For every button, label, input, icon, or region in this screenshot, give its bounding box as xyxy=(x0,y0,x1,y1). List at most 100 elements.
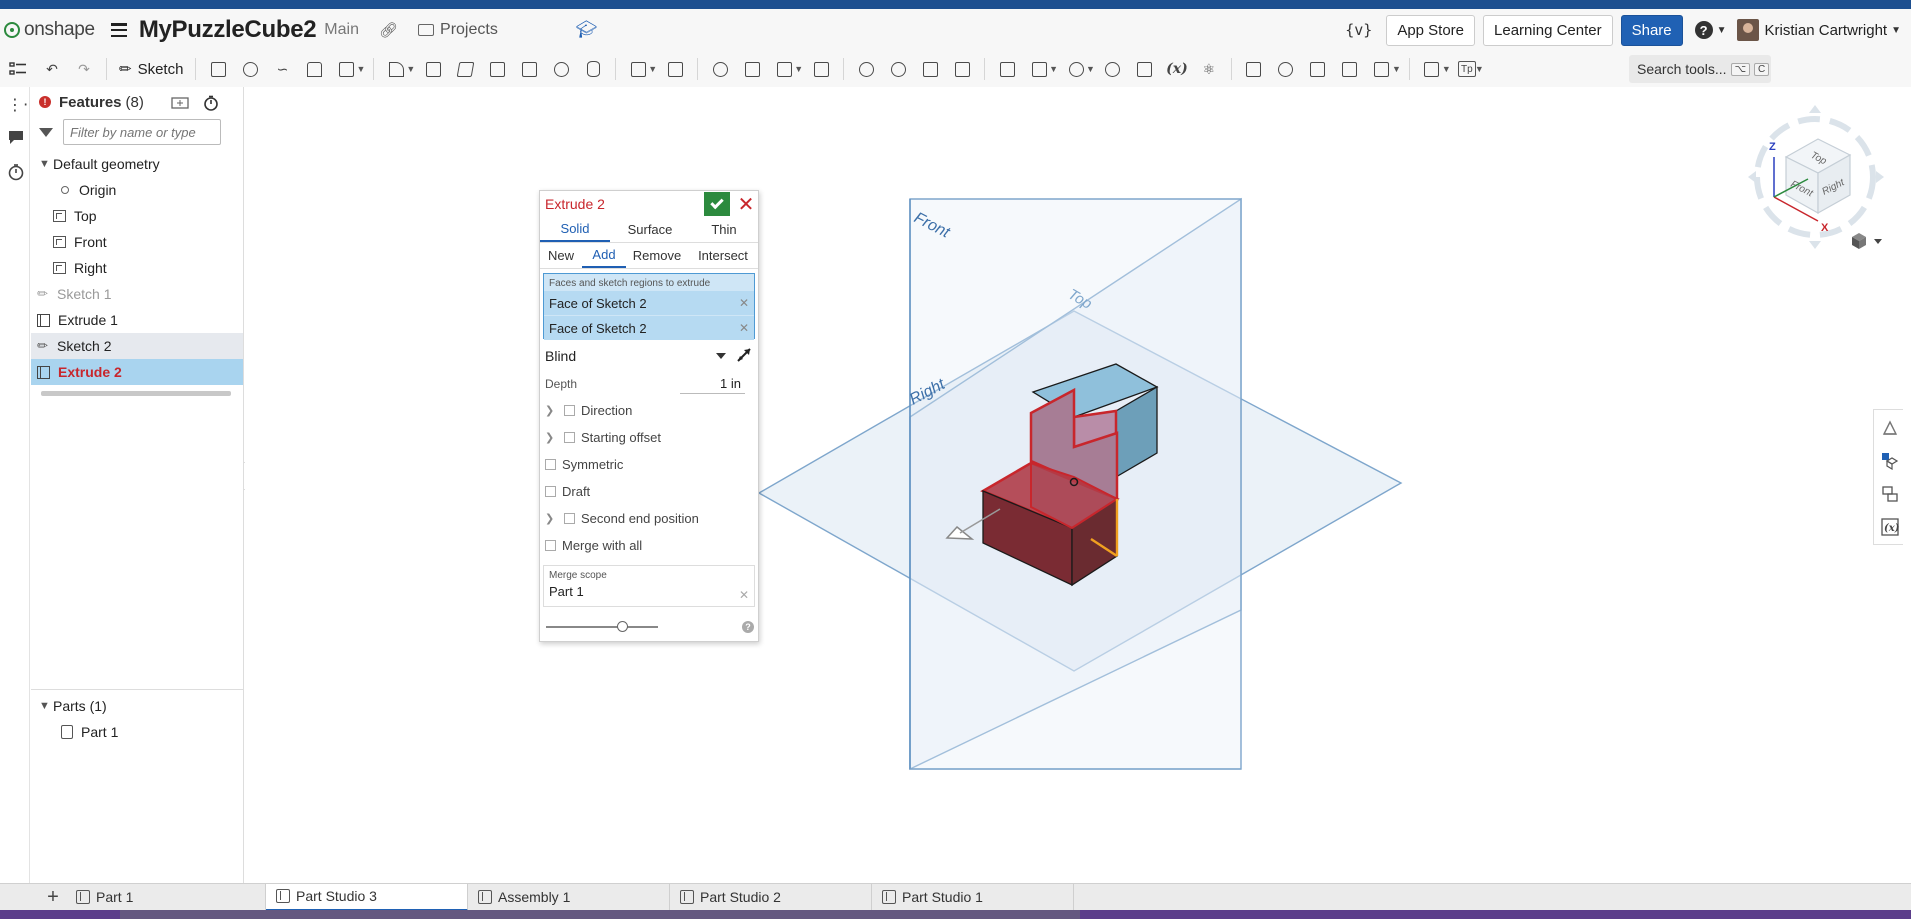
view-mode-cube-icon[interactable] xyxy=(1850,232,1886,252)
helix-tool-icon[interactable] xyxy=(1065,58,1087,80)
chevron-down-icon[interactable]: ▼ xyxy=(648,64,657,74)
learning-center-button[interactable]: Learning Center xyxy=(1483,14,1613,46)
tab-part-studio-2[interactable]: Part Studio 2 xyxy=(670,883,872,911)
symmetric-checkbox[interactable] xyxy=(545,459,556,470)
rotate-right-icon[interactable] xyxy=(1876,171,1884,183)
branch-name[interactable]: Main xyxy=(324,21,359,39)
fillet-tool-icon[interactable] xyxy=(385,58,407,80)
delete-part-tool-icon[interactable] xyxy=(810,58,832,80)
view-cube[interactable]: Top Front Right Z X xyxy=(1738,95,1888,255)
selection-item[interactable]: Face of Sketch 2 ✕ xyxy=(544,291,754,315)
graduation-cap-icon[interactable]: 🎓︎ xyxy=(576,20,598,40)
feature-extrude-1[interactable]: Extrude 1 xyxy=(31,307,243,333)
tab-thin[interactable]: Thin xyxy=(690,217,758,242)
parts-group[interactable]: ▼ Parts (1) xyxy=(31,693,243,719)
chevron-down-icon[interactable]: ▼ xyxy=(1475,64,1484,74)
direction-row[interactable]: ❯ Direction xyxy=(540,397,758,424)
accept-button[interactable] xyxy=(704,192,730,216)
help-icon[interactable]: ? xyxy=(1694,21,1713,39)
variables-icon[interactable]: {v} xyxy=(1345,21,1372,39)
tab-new[interactable]: New xyxy=(540,243,582,268)
instances-icon[interactable]: ⋮⋅ xyxy=(7,95,28,114)
tab-assembly-1[interactable]: Assembly 1 xyxy=(468,883,670,911)
preview-slider-thumb[interactable] xyxy=(617,621,628,632)
chevron-down-icon[interactable] xyxy=(716,353,726,359)
chamfer-tool-icon[interactable] xyxy=(422,58,444,80)
rollback-timer-icon[interactable] xyxy=(203,95,219,111)
mirror-tool-icon[interactable] xyxy=(664,58,686,80)
feature-right-plane[interactable]: Right xyxy=(31,255,243,281)
onshape-logo[interactable]: onshape xyxy=(4,19,95,41)
chevron-down-icon[interactable]: ▼ xyxy=(39,158,53,170)
redo-icon[interactable]: ↷ xyxy=(73,58,95,80)
text-tool-icon[interactable]: Tp xyxy=(1457,61,1476,77)
filter-icon[interactable] xyxy=(39,127,53,137)
move-face-icon[interactable] xyxy=(919,58,941,80)
depth-input[interactable]: 1 in xyxy=(680,374,745,394)
frame-tool-icon[interactable] xyxy=(1421,58,1443,80)
tab-part-studio-1[interactable]: Part Studio 1 xyxy=(872,883,1074,911)
part-item[interactable]: Part 1 xyxy=(31,719,243,745)
menu-icon[interactable] xyxy=(110,23,127,37)
corner-icon[interactable] xyxy=(1371,58,1393,80)
tab-intersect[interactable]: Intersect xyxy=(688,243,758,268)
remove-scope-icon[interactable]: ✕ xyxy=(739,588,749,602)
faces-selection-box[interactable]: Faces and sketch regions to extrude Face… xyxy=(543,273,755,340)
chevron-down-icon[interactable]: ▼ xyxy=(1049,64,1058,74)
starting-offset-row[interactable]: ❯ Starting offset xyxy=(540,424,758,451)
hole-tool-icon[interactable] xyxy=(550,58,572,80)
graphics-viewport[interactable]: Front Top Right Extrude 2 ✕ Solid Surfac… xyxy=(245,87,1873,883)
chevron-right-icon[interactable]: ❯ xyxy=(545,404,554,417)
history-icon[interactable] xyxy=(7,163,25,181)
link-icon[interactable]: 🔗︎ xyxy=(379,21,398,39)
add-tab-button[interactable]: + xyxy=(40,884,66,910)
chevron-down-icon[interactable]: ▼ xyxy=(1086,64,1095,74)
chevron-down-icon[interactable]: ▼ xyxy=(356,64,365,74)
merge-with-all-checkbox[interactable] xyxy=(545,540,556,551)
draft-tool-icon[interactable] xyxy=(454,58,476,80)
feature-extrude-2[interactable]: Extrude 2 xyxy=(31,359,243,385)
draft-row[interactable]: Draft xyxy=(540,478,758,505)
appearance-icon[interactable] xyxy=(1881,419,1899,437)
symmetric-row[interactable]: Symmetric xyxy=(540,451,758,478)
measure-tool-icon[interactable] xyxy=(1102,58,1124,80)
chevron-down-icon[interactable]: ▼ xyxy=(39,700,53,712)
bend-icon[interactable] xyxy=(1339,58,1361,80)
default-geometry-group[interactable]: ▼ Default geometry xyxy=(31,151,243,177)
feature-sketch-1[interactable]: ✏︎ Sketch 1 xyxy=(31,281,243,307)
merge-scope-box[interactable]: Merge scope Part 1 ✕ xyxy=(543,565,755,607)
end-type-select[interactable]: Blind xyxy=(540,341,758,371)
tab-part-studio-3[interactable]: Part Studio 3 xyxy=(266,883,468,911)
delete-face-icon[interactable] xyxy=(887,58,909,80)
cylinder-tool-icon[interactable] xyxy=(582,58,604,80)
remove-selection-icon[interactable]: ✕ xyxy=(739,296,749,310)
exploded-view-icon[interactable] xyxy=(1881,485,1899,503)
search-tools-input[interactable]: Search tools... ⌥ C xyxy=(1629,55,1771,83)
chevron-down-icon[interactable]: ▼ xyxy=(406,64,415,74)
add-folder-icon[interactable] xyxy=(171,95,189,109)
selection-item[interactable]: Face of Sketch 2 ✕ xyxy=(544,316,754,340)
rotate-down-icon[interactable] xyxy=(1809,241,1821,249)
flange-icon[interactable] xyxy=(1275,58,1297,80)
configurations-icon[interactable]: (x) xyxy=(1881,518,1899,536)
chevron-down-icon[interactable]: ▼ xyxy=(1392,64,1401,74)
feature-filter-input[interactable] xyxy=(63,119,221,145)
undo-icon[interactable]: ↶ xyxy=(41,58,63,80)
tab-add[interactable]: Add xyxy=(582,243,626,268)
draft-checkbox[interactable] xyxy=(545,486,556,497)
revolve-tool-icon[interactable] xyxy=(239,58,261,80)
sheet-metal-icon[interactable] xyxy=(1243,58,1265,80)
plane-tool-icon[interactable] xyxy=(996,58,1018,80)
variable-tool-icon[interactable]: (x) xyxy=(1166,58,1188,80)
share-button[interactable]: Share xyxy=(1620,14,1683,46)
offset-surface-icon[interactable] xyxy=(1134,58,1156,80)
extrude-tool-icon[interactable] xyxy=(207,58,229,80)
tab-remove[interactable]: Remove xyxy=(626,243,688,268)
transform-tool-icon[interactable] xyxy=(773,58,795,80)
pattern-tool-icon[interactable] xyxy=(627,58,649,80)
configure-icon[interactable]: ⚛ xyxy=(1198,58,1220,80)
render-icon[interactable] xyxy=(1881,452,1899,470)
3d-scene[interactable]: Front Top Right xyxy=(245,87,1873,883)
error-icon[interactable]: ! xyxy=(39,96,51,108)
tab-surface[interactable]: Surface xyxy=(610,217,690,242)
